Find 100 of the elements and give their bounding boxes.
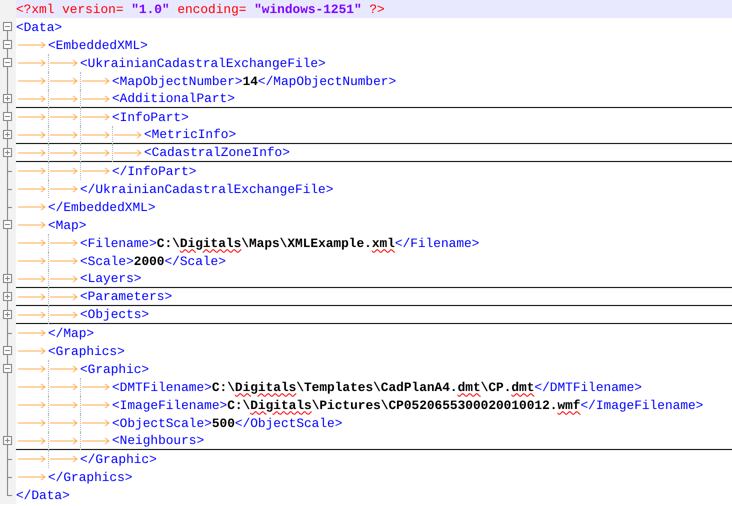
tab-arrow-icon <box>82 77 110 85</box>
xml-tag: <EmbeddedXML> <box>48 38 148 52</box>
tab-arrow-icon <box>18 203 46 211</box>
xml-tag: </Graphics> <box>48 470 132 484</box>
tab-arrow-icon <box>18 185 46 193</box>
collapse-icon[interactable] <box>3 40 12 49</box>
tab-arrow-icon <box>18 329 46 337</box>
tab-arrow-icon <box>50 274 78 282</box>
expand-icon[interactable] <box>3 310 12 319</box>
tab-arrow-icon <box>82 113 110 121</box>
tab-arrow-icon <box>82 94 110 102</box>
tab-arrow-icon <box>82 148 110 156</box>
xml-tag: <CadastralZoneInfo> <box>144 145 290 160</box>
xml-value: 2000 <box>134 254 164 268</box>
tab-arrow-icon <box>18 257 46 265</box>
tab-arrow-icon <box>114 130 142 138</box>
xml-value: C:\ <box>212 380 235 394</box>
xml-tag: </Filename> <box>394 236 480 250</box>
xml-attribute-name: encoding= <box>177 2 246 16</box>
xml-tag: <MetricInfo> <box>144 127 236 142</box>
collapse-icon[interactable] <box>3 112 12 121</box>
tab-arrow-icon <box>18 274 46 282</box>
expand-icon[interactable] <box>3 274 12 283</box>
xml-tag: </InfoPart> <box>112 164 196 178</box>
xml-tag: </Map> <box>48 326 94 340</box>
xml-tag: <Objects> <box>80 307 150 322</box>
tab-arrow-icon <box>18 41 46 49</box>
xml-tag: <Map> <box>48 218 86 232</box>
tab-arrow-icon <box>18 436 46 444</box>
tab-arrow-icon <box>18 419 46 427</box>
xml-tag: <UkrainianCadastralExchangeFile> <box>80 56 326 70</box>
tab-arrow-icon <box>50 113 78 121</box>
expand-icon[interactable] <box>3 436 12 445</box>
tab-arrow-icon <box>50 185 78 193</box>
xml-value: dmt <box>458 380 481 394</box>
tab-arrow-icon <box>114 148 142 156</box>
tab-arrow-icon <box>18 167 46 175</box>
expand-icon[interactable] <box>3 148 12 157</box>
tab-arrow-icon <box>82 401 110 409</box>
xml-value: Digitals <box>180 236 242 250</box>
xml-value: Digitals <box>234 380 296 394</box>
tab-arrow-icon <box>18 383 46 391</box>
tab-arrow-icon <box>82 383 110 391</box>
tab-arrow-icon <box>50 257 78 265</box>
tab-arrow-icon <box>18 310 46 318</box>
tab-arrow-icon <box>50 436 78 444</box>
xml-tag: </UkrainianCadastralExchangeFile> <box>80 182 334 196</box>
tab-arrow-icon <box>18 221 46 229</box>
xml-tag: </MapObjectNumber> <box>258 74 396 88</box>
tab-arrow-icon <box>82 167 110 175</box>
xml-tag: </Scale> <box>164 254 226 268</box>
xml-value: C:\ <box>156 236 180 250</box>
xml-tag: </ObjectScale> <box>234 416 342 430</box>
xml-declaration-mark: ?> <box>369 2 385 16</box>
tab-arrow-icon <box>18 59 46 67</box>
xml-tag: <MapObjectNumber> <box>112 74 243 88</box>
expand-icon[interactable] <box>3 94 12 103</box>
xml-value: \Maps\XMLExample. <box>241 236 372 250</box>
tab-arrow-icon <box>18 148 46 156</box>
tab-arrow-icon <box>50 383 78 391</box>
xml-value: dmt <box>511 380 534 394</box>
xml-value: \Templates\CadPlanA4. <box>296 380 458 394</box>
xml-tag: <ImageFilename> <box>112 398 228 412</box>
xml-tag: <Parameters> <box>80 289 172 304</box>
xml-tag: <Neighbours> <box>112 433 204 448</box>
expand-icon[interactable] <box>3 292 12 301</box>
xml-value: \Pictures\CP0520655300020010012. <box>312 398 558 412</box>
tab-arrow-icon <box>18 401 46 409</box>
tab-arrow-icon <box>50 148 78 156</box>
xml-tag: <AdditionalPart> <box>112 91 235 106</box>
tab-arrow-icon <box>50 455 78 463</box>
collapse-icon[interactable] <box>3 58 12 67</box>
xml-value: \CP. <box>480 380 512 394</box>
tab-arrow-icon <box>50 94 78 102</box>
tab-arrow-icon <box>50 77 78 85</box>
collapse-icon[interactable] <box>3 22 12 31</box>
collapse-icon[interactable] <box>3 220 12 229</box>
xml-tag: <ObjectScale> <box>112 416 212 430</box>
xml-tag: <Graphic> <box>80 362 150 376</box>
xml-tag: </ImageFilename> <box>580 398 704 412</box>
collapse-icon[interactable] <box>3 364 12 373</box>
xml-tag: <Layers> <box>80 271 142 286</box>
xml-attribute-value: "1.0" <box>131 2 170 16</box>
collapse-icon[interactable] <box>3 346 12 355</box>
xml-tag: </Data> <box>16 488 70 502</box>
xml-value: C:\ <box>227 398 250 412</box>
tab-arrow-icon <box>82 419 110 427</box>
xml-value: wmf <box>557 398 580 412</box>
tab-arrow-icon <box>50 239 78 247</box>
tab-arrow-icon <box>18 455 46 463</box>
tab-arrow-icon <box>18 292 46 300</box>
xml-tag: <Filename> <box>80 236 157 250</box>
tab-arrow-icon <box>18 347 46 355</box>
tab-arrow-icon <box>18 77 46 85</box>
tab-arrow-icon <box>18 94 46 102</box>
expand-icon[interactable] <box>3 130 12 139</box>
fold-margin <box>0 486 16 504</box>
tab-arrow-icon <box>18 239 46 247</box>
tab-arrow-icon <box>50 130 78 138</box>
xml-declaration-mark: <?xml <box>16 2 54 16</box>
